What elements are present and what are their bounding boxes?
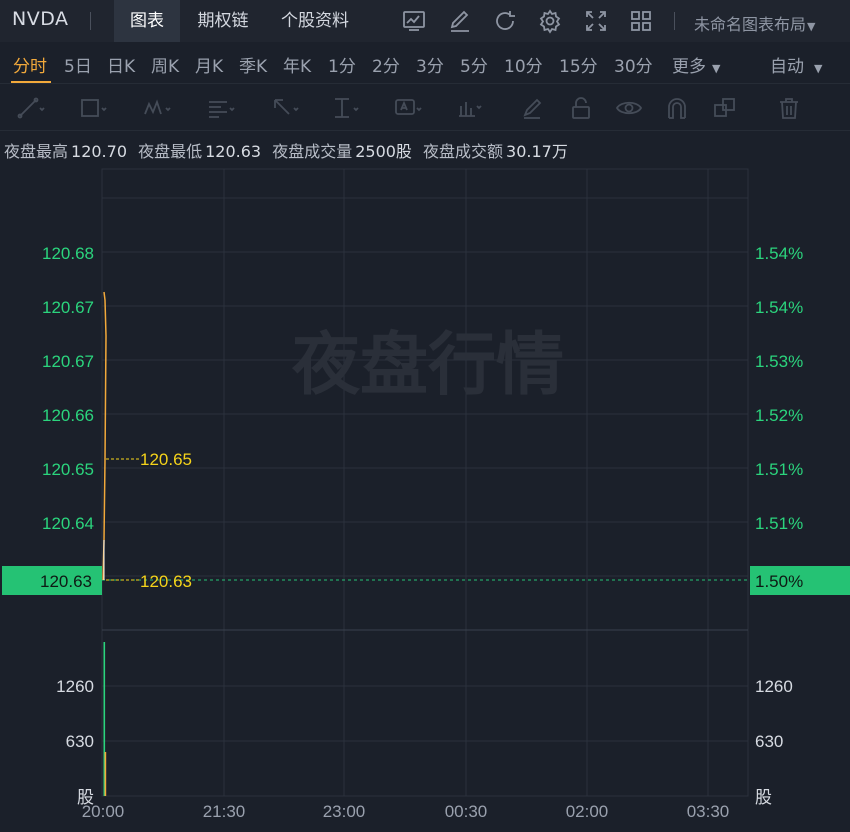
tab-stock-profile[interactable]: 个股资料 — [270, 0, 360, 42]
edit-icon[interactable] — [446, 7, 474, 35]
period-bar: 分时 5日 日K 周K 月K 季K 年K 1分 2分 3分 5分 10分 15分… — [0, 42, 850, 84]
period-weekly[interactable]: 周K — [151, 52, 179, 77]
fullscreen-icon[interactable] — [582, 7, 610, 35]
top-bar: NVDA 图表 期权链 个股资料 未命名图表布局▼ — [0, 0, 850, 42]
period-yearly[interactable]: 年K — [283, 52, 311, 77]
volume-tick-right: 1260 — [755, 677, 793, 696]
rect-tool-icon[interactable] — [78, 94, 108, 122]
indicator-tool-icon[interactable] — [455, 94, 485, 122]
chart-icon[interactable] — [400, 7, 428, 35]
time-tick: 03:30 — [687, 802, 730, 821]
price-tick-left: 120.67 — [42, 298, 94, 317]
fib-tool-icon[interactable] — [206, 94, 236, 122]
price-tick-left: 120.67 — [42, 352, 94, 371]
period-quarterly[interactable]: 季K — [239, 52, 267, 77]
stat-value-volume: 2500股 — [355, 142, 412, 161]
volume-tick-left: 630 — [66, 732, 94, 751]
period-3m[interactable]: 3分 — [416, 52, 444, 77]
volume-tick-left: 1260 — [56, 677, 94, 696]
period-10m[interactable]: 10分 — [504, 52, 543, 77]
time-tick: 23:00 — [323, 802, 366, 821]
period-2m[interactable]: 2分 — [372, 52, 400, 77]
text-tool-icon[interactable] — [393, 94, 423, 122]
stat-label-turnover: 夜盘成交额 — [423, 142, 504, 161]
trash-icon[interactable] — [774, 94, 804, 122]
price-line — [102, 291, 107, 581]
pct-tick-right: 1.51% — [755, 514, 803, 533]
layout-selector[interactable]: 未命名图表布局▼ — [694, 11, 815, 35]
price-tick-left: 120.66 — [42, 406, 94, 425]
period-1m[interactable]: 1分 — [328, 52, 356, 77]
separator — [90, 12, 91, 30]
time-tick: 21:30 — [203, 802, 246, 821]
period-5d[interactable]: 5日 — [64, 52, 92, 77]
intraday-chart[interactable]: 夜盘行情 120.68 120.67 120.67 120.66 120.65 … — [0, 164, 850, 832]
scale-mode-label: 自动 — [770, 57, 804, 77]
active-period-indicator — [11, 81, 51, 83]
session-stats: 夜盘最高 120.70 夜盘最低 120.63 夜盘成交量 2500股 夜盘成交额 30… — [4, 138, 574, 162]
period-daily[interactable]: 日K — [107, 52, 135, 77]
volume-bar — [104, 752, 107, 796]
current-price-label: 120.63 — [40, 572, 92, 591]
time-tick: 02:00 — [566, 802, 609, 821]
stat-label-low: 夜盘最低 — [138, 142, 203, 161]
measure-tool-icon[interactable] — [330, 94, 360, 122]
scale-mode-selector[interactable]: 自动 ▼ — [770, 52, 822, 77]
line-tool-icon[interactable] — [16, 94, 46, 122]
layers-icon[interactable] — [710, 94, 740, 122]
stat-label-high: 夜盘最高 — [4, 142, 69, 161]
watermark-text: 夜盘行情 — [291, 326, 564, 405]
price-tick-left: 120.68 — [42, 244, 94, 263]
magnet-icon[interactable] — [662, 94, 692, 122]
period-more[interactable]: 更多 ▼ — [672, 52, 720, 77]
stat-value-low: 120.63 — [205, 142, 262, 161]
stat-value-turnover: 30.17万 — [506, 142, 568, 161]
lock-icon[interactable] — [566, 94, 596, 122]
volume-unit-right: 股 — [755, 788, 772, 807]
settings-icon[interactable] — [536, 7, 564, 35]
period-intraday[interactable]: 分时 — [13, 52, 47, 77]
separator — [674, 12, 675, 30]
tab-options-chain[interactable]: 期权链 — [186, 0, 260, 42]
period-15m[interactable]: 15分 — [559, 52, 598, 77]
period-more-label: 更多 — [672, 57, 706, 77]
refresh-icon[interactable] — [491, 7, 519, 35]
drawing-toolbar — [0, 85, 850, 131]
grid-icon[interactable] — [627, 7, 655, 35]
period-5m[interactable]: 5分 — [460, 52, 488, 77]
period-30m[interactable]: 30分 — [614, 52, 653, 77]
caret-down-icon: ▼ — [807, 20, 816, 33]
pct-tick-right: 1.52% — [755, 406, 803, 425]
chart-canvas[interactable]: 夜盘行情 120.68 120.67 120.67 120.66 120.65 … — [0, 164, 850, 832]
time-tick: 20:00 — [82, 802, 125, 821]
arrow-tool-icon[interactable] — [270, 94, 300, 122]
chart-grid — [101, 168, 749, 797]
last-marker-label: 120.63 — [140, 572, 192, 591]
volume-tick-right: 630 — [755, 732, 783, 751]
caret-down-icon: ▼ — [814, 62, 823, 75]
pattern-tool-icon[interactable] — [142, 94, 172, 122]
current-pct-label: 1.50% — [755, 572, 803, 591]
eye-icon[interactable] — [614, 94, 644, 122]
pct-tick-right: 1.51% — [755, 460, 803, 479]
time-tick: 00:30 — [445, 802, 488, 821]
layout-name: 未命名图表布局 — [694, 15, 807, 34]
price-tick-left: 120.64 — [42, 514, 94, 533]
pen-tool-icon[interactable] — [518, 94, 548, 122]
tab-chart[interactable]: 图表 — [114, 0, 180, 42]
high-marker-label: 120.65 — [140, 450, 192, 469]
pct-tick-right: 1.54% — [755, 298, 803, 317]
caret-down-icon: ▼ — [712, 62, 721, 75]
period-monthly[interactable]: 月K — [195, 52, 223, 77]
stat-value-high: 120.70 — [71, 142, 127, 161]
pct-tick-right: 1.53% — [755, 352, 803, 371]
ticker-symbol[interactable]: NVDA — [12, 8, 69, 30]
stat-label-volume: 夜盘成交量 — [272, 142, 353, 161]
price-tick-left: 120.65 — [42, 460, 94, 479]
plot-frame — [101, 168, 749, 797]
pct-tick-right: 1.54% — [755, 244, 803, 263]
